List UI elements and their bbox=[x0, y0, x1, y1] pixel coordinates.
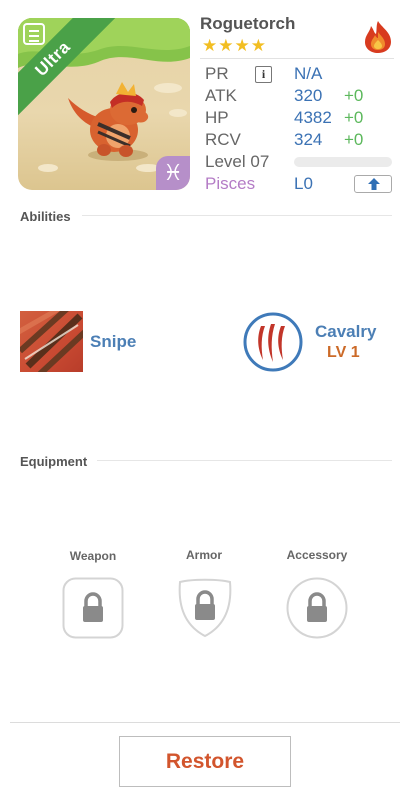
rcv-value: 324 bbox=[294, 130, 323, 149]
zodiac-label: Pisces bbox=[205, 174, 256, 193]
stat-row-hp: HP 4382 +0 bbox=[200, 107, 394, 129]
arrow-up-icon bbox=[368, 178, 380, 190]
stat-row-level: Level 07 bbox=[200, 151, 394, 173]
armor-slot[interactable] bbox=[174, 577, 236, 639]
footer-divider bbox=[10, 722, 400, 723]
hp-label: HP bbox=[205, 108, 229, 127]
experience-bar bbox=[294, 157, 392, 167]
claw-slash-icon[interactable] bbox=[243, 312, 303, 372]
stat-row-atk: ATK 320 +0 bbox=[200, 85, 394, 107]
monster-name: Roguetorch bbox=[200, 14, 296, 33]
weapon-slot[interactable] bbox=[62, 577, 124, 639]
pr-label: PR bbox=[205, 64, 229, 83]
ability-name-snipe[interactable]: Snipe bbox=[90, 332, 136, 352]
pisces-zodiac-icon: ♓ bbox=[156, 156, 190, 190]
fire-icon bbox=[365, 21, 391, 53]
armor-slot-label: Armor bbox=[185, 548, 222, 562]
star-rating: ★★★★ bbox=[202, 36, 267, 55]
ability-level-cavalry: LV 1 bbox=[327, 344, 360, 361]
hp-value: 4382 bbox=[294, 108, 332, 127]
abilities-heading: Abilities bbox=[20, 209, 71, 224]
rcv-bonus: +0 bbox=[344, 130, 364, 149]
snipe-icon[interactable] bbox=[20, 311, 83, 372]
stat-row-zodiac: Pisces L0 bbox=[200, 173, 394, 195]
card-details-icon[interactable] bbox=[23, 23, 45, 45]
rcv-label: RCV bbox=[205, 130, 241, 149]
weapon-slot-label: Weapon bbox=[69, 549, 117, 563]
info-icon[interactable]: i bbox=[255, 66, 272, 83]
restore-button[interactable]: Restore bbox=[119, 736, 291, 787]
hp-bonus: +0 bbox=[344, 108, 364, 127]
accessory-slot-label: Accessory bbox=[286, 548, 348, 562]
stats-panel: PR i N/A ATK 320 +0 HP 4382 +0 RCV 324 +… bbox=[200, 58, 394, 195]
atk-label: ATK bbox=[205, 86, 237, 105]
zodiac-level: L0 bbox=[294, 174, 313, 193]
atk-bonus: +0 bbox=[344, 86, 364, 105]
abilities-divider bbox=[82, 215, 392, 216]
stat-row-pr: PR i N/A bbox=[200, 63, 394, 85]
equipment-divider bbox=[97, 460, 392, 461]
accessory-slot[interactable] bbox=[286, 577, 348, 639]
pr-value: N/A bbox=[294, 64, 323, 83]
atk-value: 320 bbox=[294, 86, 323, 105]
level-label: Level 07 bbox=[205, 152, 270, 171]
zodiac-upgrade-button[interactable] bbox=[354, 175, 392, 193]
stat-row-rcv: RCV 324 +0 bbox=[200, 129, 394, 151]
ability-name-cavalry[interactable]: Cavalry bbox=[315, 322, 376, 342]
monster-portrait[interactable]: Ultra ♓ bbox=[18, 18, 190, 190]
equipment-heading: Equipment bbox=[20, 454, 88, 469]
